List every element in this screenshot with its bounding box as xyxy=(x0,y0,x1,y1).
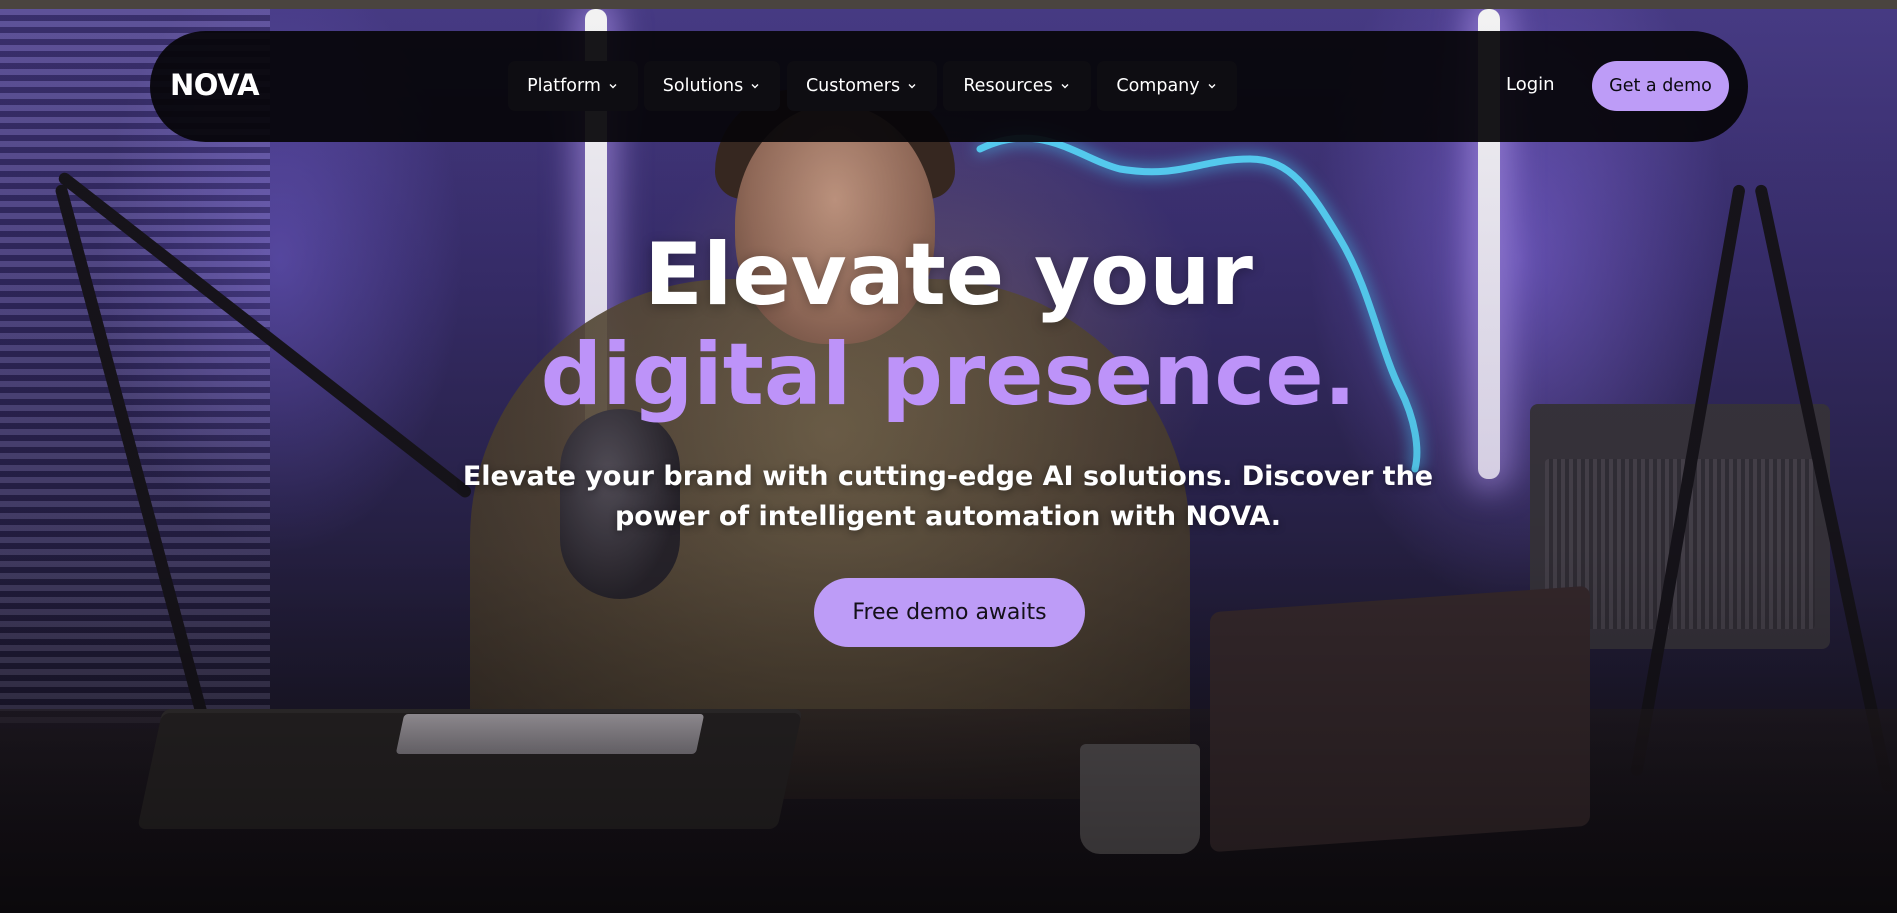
window-top-strip xyxy=(0,0,1897,9)
get-a-demo-button[interactable]: Get a demo xyxy=(1592,61,1729,111)
hero-title-line2: digital presence. xyxy=(540,325,1357,425)
chevron-down-icon xyxy=(1208,84,1216,89)
nav-platform-menu[interactable]: Platform xyxy=(508,61,638,111)
hero-title-line1: Elevate your xyxy=(644,225,1253,325)
nav-item-label: Solutions xyxy=(662,76,744,96)
nav-item-label: Platform xyxy=(527,76,601,96)
free-demo-button[interactable]: Free demo awaits xyxy=(814,578,1085,647)
hero-subtitle-line2: power of intelligent automation with NOV… xyxy=(614,501,1282,532)
login-link[interactable]: Login xyxy=(1506,74,1555,95)
nav-company-menu[interactable]: Company xyxy=(1097,61,1237,111)
nav-item-label: Company xyxy=(1116,76,1200,96)
hero-subtitle: Elevate your brand with cutting-edge AI … xyxy=(448,457,1448,537)
nav-solutions-menu[interactable]: Solutions xyxy=(644,61,780,111)
chevron-down-icon xyxy=(751,84,759,89)
nav-item-label: Customers xyxy=(805,76,901,96)
nav-item-label: Resources xyxy=(963,76,1053,96)
nav-resources-menu[interactable]: Resources xyxy=(943,61,1091,111)
chevron-down-icon xyxy=(1061,84,1069,89)
nav-customers-menu[interactable]: Customers xyxy=(787,61,937,111)
chevron-down-icon xyxy=(908,84,916,89)
nova-logo[interactable]: NOVA xyxy=(170,68,260,102)
hero-subtitle-line1: Elevate your brand with cutting-edge AI … xyxy=(462,461,1434,492)
chevron-down-icon xyxy=(609,84,617,89)
